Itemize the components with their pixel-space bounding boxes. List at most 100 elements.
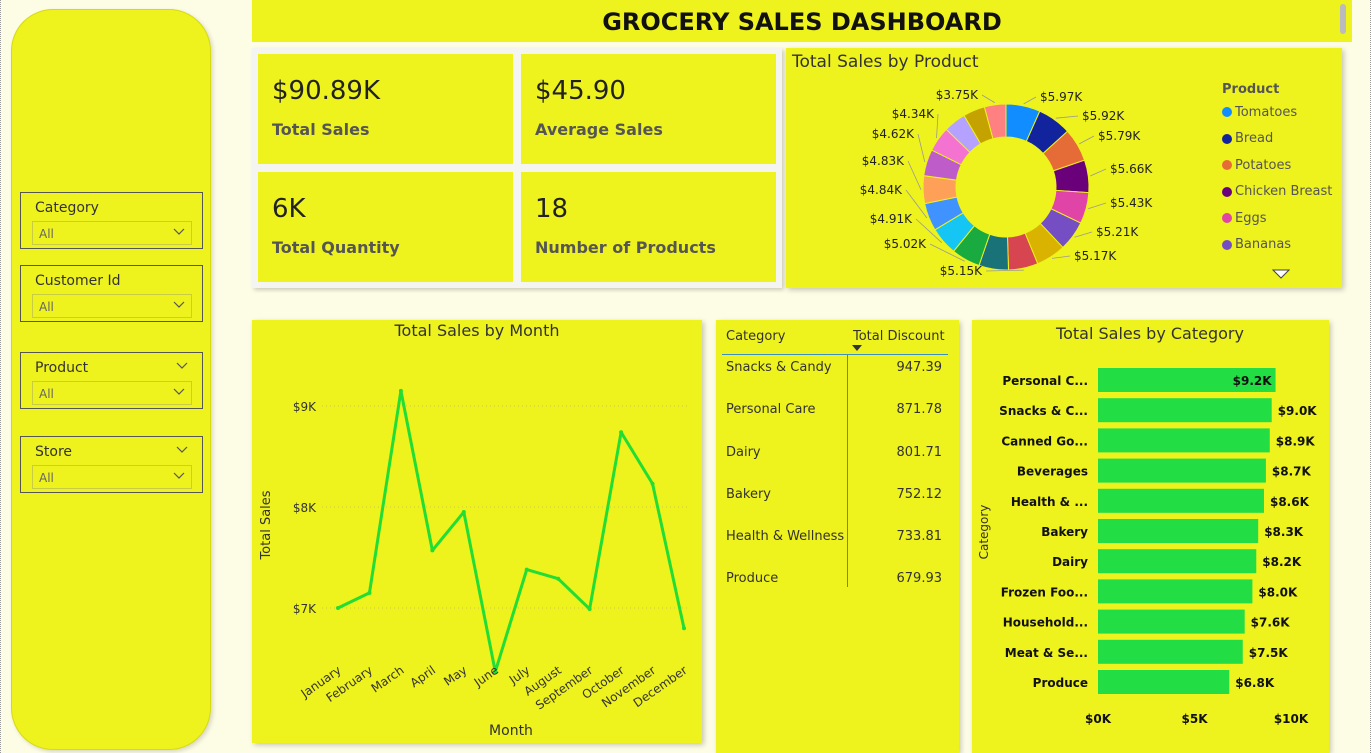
kpi-value: $90.89K: [272, 76, 381, 106]
slicer-title: Store: [35, 444, 73, 460]
table-header-category[interactable]: Category: [726, 329, 785, 344]
bar-chart-panel[interactable]: Total Sales by Category Category Personal …: [972, 320, 1329, 753]
data-label: $5.92K: [1082, 109, 1125, 123]
category-label: Bakery: [1041, 525, 1088, 539]
bar[interactable]: [1098, 549, 1257, 574]
y-axis-label: Category: [977, 505, 991, 560]
kpi-card-number-of-products[interactable]: 18 Number of Products: [521, 172, 776, 282]
category-label: Beverages: [1017, 465, 1088, 479]
kpi-card-average-sales[interactable]: $45.90 Average Sales: [521, 54, 776, 164]
data-label: $6.8K: [1235, 676, 1275, 690]
legend-label: Eggs: [1235, 210, 1267, 226]
line-chart-panel[interactable]: Total Sales by Month $7K $8K $9K Total Sales…: [252, 320, 702, 743]
x-tick-label: March: [369, 663, 407, 695]
leader-line: [1074, 231, 1093, 238]
line-chart[interactable]: Total Sales by Month $7K $8K $9K Total Sales…: [252, 320, 702, 743]
kpi-card-total-quantity[interactable]: 6K Total Quantity: [258, 172, 513, 282]
legend-label: Bananas: [1235, 237, 1292, 253]
table-cell-category: Produce: [726, 571, 779, 586]
leader-line: [1090, 168, 1107, 177]
page-title: GROCERY SALES DASHBOARD: [602, 8, 1002, 36]
data-label: $5.79K: [1098, 129, 1141, 143]
y-tick-label: $8K: [293, 501, 317, 515]
kpi-label: Total Quantity: [272, 238, 400, 257]
leader-line: [1055, 115, 1079, 119]
bar[interactable]: [1098, 458, 1266, 483]
legend-item[interactable]: Eggs: [1222, 205, 1340, 232]
category-label: Personal C...: [1002, 374, 1088, 388]
product-slicer[interactable]: Product All: [20, 352, 203, 409]
legend-item[interactable]: Potatoes: [1222, 152, 1340, 179]
table-cell-discount: 752.12: [896, 487, 943, 502]
legend-item[interactable]: Bananas: [1222, 232, 1340, 259]
chevron-down-icon: [173, 301, 185, 308]
legend-label: Chicken Breast: [1235, 184, 1333, 200]
category-label: Meat & Se...: [1005, 646, 1088, 660]
bar[interactable]: [1098, 519, 1259, 543]
data-label: $4.84K: [860, 183, 903, 197]
bar[interactable]: [1098, 398, 1272, 423]
legend-swatch: [1222, 133, 1232, 144]
data-point: [619, 430, 624, 435]
legend-swatch: [1222, 107, 1232, 118]
discount-table-panel[interactable]: Category Total Discount Snacks & Candy 94…: [716, 320, 959, 753]
slicer-title: Customer Id: [35, 273, 121, 289]
product-dropdown[interactable]: All: [32, 381, 192, 405]
kpi-label: Number of Products: [535, 238, 716, 257]
sales-line: [337, 389, 686, 674]
leader-line: [907, 160, 922, 190]
x-tick-label: $5K: [1182, 712, 1209, 726]
collapse-chevron-icon[interactable]: [176, 443, 188, 455]
category-dropdown[interactable]: All: [32, 221, 192, 245]
bar[interactable]: [1098, 488, 1264, 513]
table-cell-category: Snacks & Candy: [726, 360, 832, 375]
slicer-title: Product: [35, 360, 89, 376]
leader-line: [1023, 96, 1037, 105]
legend-item[interactable]: Chicken Breast: [1222, 179, 1340, 206]
legend-item[interactable]: Bread: [1222, 126, 1340, 153]
store-dropdown[interactable]: All: [32, 465, 192, 489]
donut-chart-panel[interactable]: Total Sales by Product $5.97K $5.92K $5.79…: [786, 48, 1342, 288]
y-tick-label: $9K: [293, 400, 317, 414]
category-label: Snacks & C...: [999, 404, 1088, 418]
table-cell-discount: 679.93: [896, 571, 943, 586]
chart-title: Total Sales by Category: [1055, 324, 1244, 343]
dashboard-header: GROCERY SALES DASHBOARD: [252, 0, 1352, 42]
customer-id-slicer[interactable]: Customer Id All: [20, 265, 203, 322]
data-point: [430, 548, 435, 553]
column-divider: [847, 355, 848, 587]
legend-swatch: [1222, 186, 1232, 197]
donut-chart[interactable]: $5.97K $5.92K $5.79K $5.66K $5.43K $5.21K $5.1…: [786, 48, 1216, 288]
data-label: $4.62K: [872, 127, 915, 141]
data-label: $5.21K: [1096, 225, 1139, 239]
collapse-chevron-icon[interactable]: [176, 359, 188, 371]
kpi-card-total-sales[interactable]: $90.89K Total Sales: [258, 54, 513, 164]
category-label: Canned Go...: [1001, 434, 1088, 448]
bar[interactable]: [1098, 579, 1253, 604]
data-label: $8.0K: [1258, 585, 1298, 599]
bar-chart[interactable]: Total Sales by Category Category Personal …: [972, 320, 1329, 753]
legend-item[interactable]: Tomatoes: [1222, 99, 1340, 126]
table-cell-category: Dairy: [726, 445, 761, 460]
bar[interactable]: [1098, 670, 1230, 694]
category-label: Household...: [1003, 616, 1088, 630]
category-slicer[interactable]: Category All: [20, 192, 203, 249]
customer-id-dropdown[interactable]: All: [32, 294, 192, 318]
bar[interactable]: [1098, 639, 1243, 664]
data-label: $9.0K: [1278, 404, 1318, 418]
legend-scroll-down-icon[interactable]: [1272, 269, 1290, 279]
scrollbar-thumb[interactable]: [1340, 4, 1346, 34]
data-label: $8.6K: [1270, 495, 1310, 509]
legend-title: Product: [1222, 82, 1280, 97]
kpi-value: 6K: [272, 194, 306, 224]
leader-line: [1088, 202, 1107, 210]
store-slicer[interactable]: Store All: [20, 436, 203, 493]
data-label: $9.2K: [1233, 374, 1273, 388]
table-header-total-discount[interactable]: Total Discount: [853, 329, 945, 344]
data-point: [461, 510, 466, 515]
bar[interactable]: [1098, 609, 1245, 634]
table-cell-discount: 947.39: [896, 360, 943, 375]
legend-label: Tomatoes: [1235, 104, 1298, 120]
legend-swatch: [1222, 160, 1232, 171]
bar[interactable]: [1098, 428, 1270, 453]
